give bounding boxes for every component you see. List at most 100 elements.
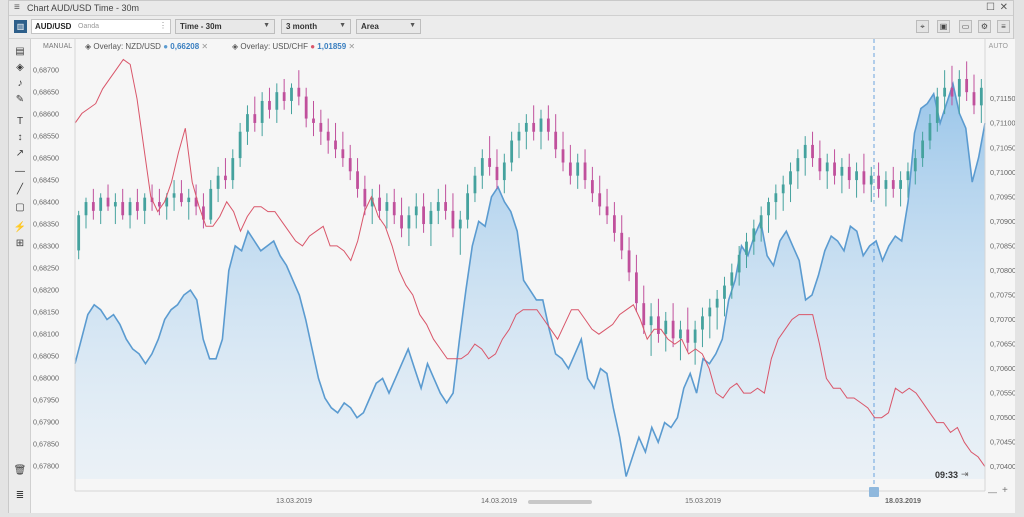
vertical-line-icon[interactable]: ↕: [13, 131, 27, 145]
candle-body: [304, 96, 308, 119]
candle-body: [833, 162, 836, 176]
candle-body: [400, 215, 403, 229]
candle-body: [473, 175, 477, 194]
candle-body: [730, 272, 734, 286]
candle-body: [899, 180, 903, 189]
candle-body: [921, 140, 925, 159]
timeframe-label: Time - 30m: [180, 22, 222, 31]
auto-label[interactable]: AUTO: [989, 43, 1008, 50]
left-tick-label: 0,68350: [33, 220, 59, 229]
candle-body: [965, 78, 969, 93]
right-tick-label: 0,71000: [990, 168, 1015, 177]
legend-chf: ◈ Overlay: USD/CHF ● 1,01859 ✕: [232, 42, 355, 51]
chart-area[interactable]: 0,68700 0,68650 0,68600 0,68550 0,68500 0,684…: [31, 39, 1015, 513]
candle-body: [693, 329, 697, 343]
candle-body: [583, 162, 587, 181]
maximize-icon[interactable]: ☐: [986, 2, 995, 13]
candle-body: [231, 158, 235, 181]
x-tick-label: 14.03.2019: [481, 496, 517, 505]
candle-body: [319, 122, 323, 132]
candle-body: [862, 171, 866, 185]
candle-body: [143, 197, 147, 211]
zoom-out-button[interactable]: —: [988, 487, 997, 497]
chart-type-icon[interactable]: ▥: [14, 20, 27, 33]
x-tick-label: 15.03.2019: [685, 496, 721, 505]
legend-chf-name: Overlay: USD/CHF: [240, 42, 308, 51]
candle-body: [510, 140, 514, 163]
candle-body: [752, 228, 756, 242]
right-tick-label: 0,70800: [990, 266, 1015, 275]
pencil-icon[interactable]: ✎: [13, 93, 27, 107]
candle-body: [612, 215, 616, 233]
candle-body: [91, 202, 95, 211]
candle-body: [913, 158, 917, 172]
crosshair-marker-icon[interactable]: [869, 487, 879, 497]
horizontal-scrollbar[interactable]: [528, 500, 592, 504]
left-tick-label: 0,67900: [33, 417, 59, 426]
zoom-in-button[interactable]: +: [1002, 485, 1008, 496]
crosshair-icon[interactable]: ⌖: [916, 20, 929, 33]
close-icon[interactable]: ✕: [348, 42, 355, 51]
candle-body: [356, 171, 359, 189]
left-tick-label: 0,68450: [33, 176, 59, 185]
horizontal-line-icon[interactable]: —: [13, 165, 27, 179]
legend-nzd-name: Overlay: NZD/USD: [93, 42, 161, 51]
candle-body: [664, 320, 668, 334]
candle-body: [737, 254, 741, 273]
candle-body: [378, 197, 381, 211]
candle-body: [928, 122, 932, 141]
candle-body: [451, 210, 455, 229]
close-icon[interactable]: ✕: [201, 42, 208, 51]
arrow-icon[interactable]: ↗: [13, 147, 27, 161]
symbol-field[interactable]: AUD/USD Oanda ⋮: [31, 19, 171, 34]
candle-body: [444, 202, 448, 211]
close-icon[interactable]: ✕: [1000, 2, 1008, 13]
menu-icon[interactable]: ≡: [14, 2, 20, 13]
candle-body: [972, 92, 976, 106]
right-tick-label: 0,70450: [990, 438, 1015, 447]
drawing-sidebar: ▤ ◈ ♪ ✎ T ↕ ↗ — ╱ ▢ ⚡ ⊞ 🗑 ≣: [9, 39, 31, 513]
bar-chart-icon[interactable]: ▤: [13, 45, 27, 59]
candle-body: [605, 206, 609, 216]
lock-icon[interactable]: ▣: [937, 20, 950, 33]
period-dropdown[interactable]: 3 month ▼: [281, 19, 351, 34]
title-bar: ≡ Chart AUD/USD Time - 30m ☐ ✕: [9, 1, 1013, 16]
candle-body: [561, 149, 565, 163]
list-icon[interactable]: ≣: [13, 489, 27, 503]
candle-body: [532, 122, 536, 132]
candle-body: [268, 100, 271, 110]
ruler-icon[interactable]: ⊞: [13, 237, 27, 251]
right-tick-label: 0,70750: [990, 290, 1015, 299]
scroll-to-end-icon[interactable]: ⇥: [961, 469, 969, 480]
chart-type-dropdown[interactable]: Area ▼: [356, 19, 421, 34]
brush-icon[interactable]: ⚡: [13, 221, 27, 235]
timeframe-dropdown[interactable]: Time - 30m ▼: [175, 19, 275, 34]
candle-body: [891, 180, 895, 189]
kebab-icon[interactable]: ⋮: [159, 21, 167, 30]
layers-icon: ◈: [85, 42, 92, 51]
candle-body: [260, 100, 264, 123]
text-tool-icon[interactable]: T: [13, 115, 27, 129]
left-tick-label: 0,67950: [33, 395, 59, 404]
settings-icon[interactable]: ⚙: [978, 20, 991, 33]
alert-bell-icon[interactable]: ♪: [13, 77, 27, 91]
candle-body: [679, 329, 682, 339]
candle-body: [715, 298, 719, 308]
layers-icon[interactable]: ◈: [13, 61, 27, 75]
trend-line-icon[interactable]: ╱: [13, 183, 27, 197]
candle-body: [847, 166, 851, 181]
candle-body: [950, 87, 954, 97]
candle-body: [979, 87, 983, 106]
screen-icon[interactable]: ▭: [959, 20, 972, 33]
candle-body: [488, 158, 492, 167]
candle-body: [708, 307, 712, 317]
left-tick-label: 0,68700: [33, 66, 59, 75]
chart-window: ≡ Chart AUD/USD Time - 30m ☐ ✕ ▥ AUD/USD…: [8, 0, 1015, 513]
candle-body: [187, 197, 191, 203]
left-tick-label: 0,68300: [33, 242, 59, 251]
candle-body: [657, 316, 660, 334]
candle-body: [429, 210, 433, 225]
menu-icon[interactable]: ≡: [997, 20, 1010, 33]
rectangle-icon[interactable]: ▢: [13, 201, 27, 215]
trash-icon[interactable]: 🗑: [13, 464, 27, 478]
